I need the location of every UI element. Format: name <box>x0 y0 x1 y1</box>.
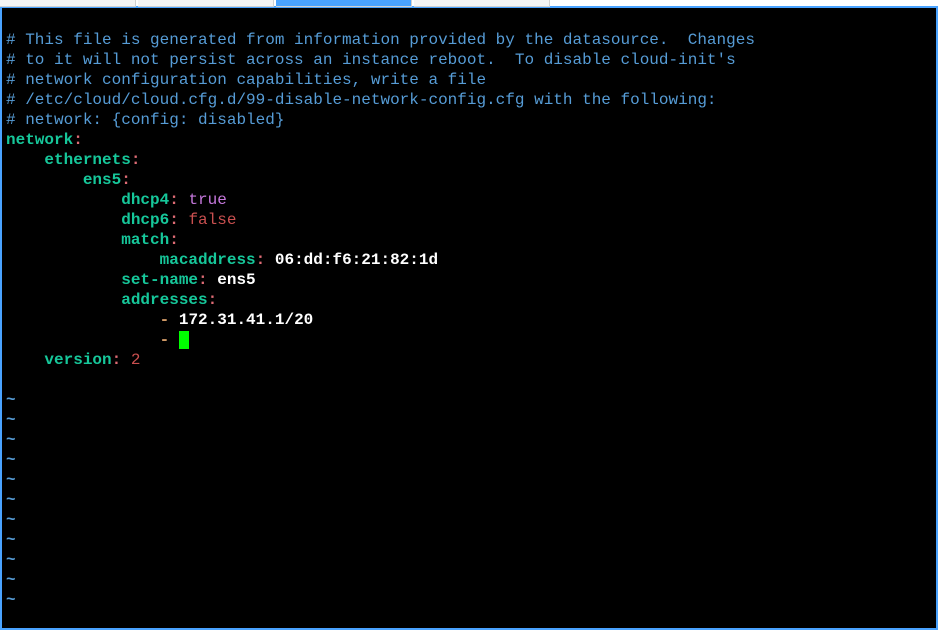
yaml-val-mac: 06:dd:f6:21:82:1d <box>275 251 438 269</box>
vim-tilde: ~ <box>6 591 16 609</box>
colon: : <box>131 151 141 169</box>
comment-line: # network: {config: disabled} <box>6 111 284 129</box>
colon: : <box>256 251 266 269</box>
colon: : <box>169 191 179 209</box>
comment-line: # /etc/cloud/cloud.cfg.d/99-disable-netw… <box>6 91 717 109</box>
vim-tilde: ~ <box>6 471 16 489</box>
cursor <box>179 331 189 349</box>
indent <box>6 211 121 229</box>
tab[interactable] <box>138 0 274 7</box>
yaml-key-macaddress: macaddress <box>160 251 256 269</box>
indent <box>6 191 121 209</box>
yaml-key-interface: ens5 <box>83 171 121 189</box>
vim-tilde: ~ <box>6 551 16 569</box>
indent <box>6 251 160 269</box>
yaml-key-setname: set-name <box>121 271 198 289</box>
yaml-val-setname: ens5 <box>217 271 255 289</box>
list-dash: - <box>160 311 170 329</box>
yaml-val-false: false <box>188 211 236 229</box>
tab-active[interactable] <box>276 0 412 7</box>
indent <box>6 331 160 349</box>
vim-tilde: ~ <box>6 391 16 409</box>
comment-line: # network configuration capabilities, wr… <box>6 71 486 89</box>
comment-line: # to it will not persist across an insta… <box>6 51 736 69</box>
colon: : <box>169 211 179 229</box>
vim-tilde: ~ <box>6 451 16 469</box>
yaml-key-dhcp6: dhcp6 <box>121 211 169 229</box>
indent <box>6 271 121 289</box>
tab[interactable] <box>414 0 550 7</box>
vim-tilde: ~ <box>6 531 16 549</box>
colon: : <box>208 291 218 309</box>
indent <box>6 311 160 329</box>
vim-tilde: ~ <box>6 431 16 449</box>
vim-tilde: ~ <box>6 411 16 429</box>
indent <box>6 351 44 369</box>
yaml-val-true: true <box>188 191 226 209</box>
yaml-val-address: 172.31.41.1/20 <box>179 311 313 329</box>
colon: : <box>112 351 122 369</box>
indent <box>6 171 83 189</box>
yaml-val-version: 2 <box>131 351 141 369</box>
indent <box>6 291 121 309</box>
vim-tilde: ~ <box>6 511 16 529</box>
yaml-key-network: network <box>6 131 73 149</box>
colon: : <box>121 171 131 189</box>
yaml-key-addresses: addresses <box>121 291 207 309</box>
indent <box>6 231 121 249</box>
vim-tilde: ~ <box>6 571 16 589</box>
yaml-key-version: version <box>44 351 111 369</box>
vim-tilde: ~ <box>6 491 16 509</box>
yaml-key-ethernets: ethernets <box>44 151 130 169</box>
colon: : <box>198 271 208 289</box>
list-dash: - <box>160 331 170 349</box>
tab[interactable] <box>0 0 136 7</box>
colon: : <box>73 131 83 149</box>
terminal-editor[interactable]: # This file is generated from informatio… <box>0 6 938 630</box>
comment-line: # This file is generated from informatio… <box>6 31 755 49</box>
colon: : <box>169 231 179 249</box>
yaml-key-dhcp4: dhcp4 <box>121 191 169 209</box>
indent <box>6 151 44 169</box>
yaml-key-match: match <box>121 231 169 249</box>
